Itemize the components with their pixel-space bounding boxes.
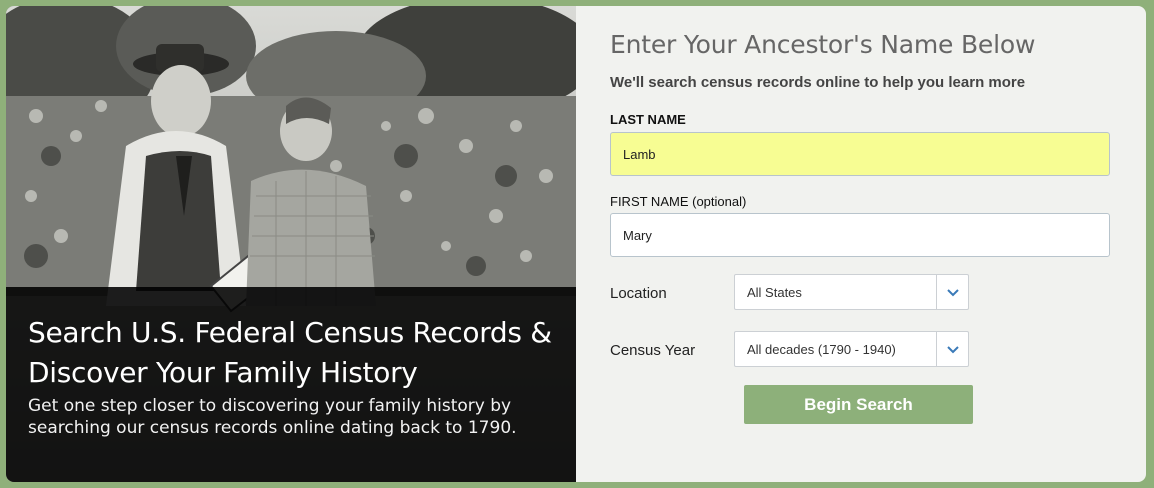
first-name-label: FIRST NAME (optional) xyxy=(610,194,747,209)
location-selected-value: All States xyxy=(747,285,802,300)
first-name-input[interactable] xyxy=(610,213,1110,257)
location-label: Location xyxy=(610,285,667,302)
ancestor-search-form: Enter Your Ancestor's Name Below We'll s… xyxy=(610,6,1130,482)
hero-photo: Search U.S. Federal Census Records & Dis… xyxy=(6,6,576,482)
hero-caption: Search U.S. Federal Census Records & Dis… xyxy=(6,287,576,482)
chevron-down-icon[interactable] xyxy=(936,332,968,366)
census-year-label: Census Year xyxy=(610,342,696,359)
begin-search-button[interactable]: Begin Search xyxy=(744,385,973,424)
hero-subtitle: Get one step closer to discovering your … xyxy=(28,396,517,438)
census-year-select[interactable]: All decades (1790 - 1940) xyxy=(734,331,969,367)
search-card: Search U.S. Federal Census Records & Dis… xyxy=(6,6,1146,482)
first-name-optional-hint: (optional) xyxy=(692,194,747,209)
last-name-label: LAST NAME xyxy=(610,112,686,127)
form-heading: Enter Your Ancestor's Name Below xyxy=(610,30,1036,59)
last-name-input[interactable] xyxy=(610,132,1110,176)
hero-title: Search U.S. Federal Census Records & Dis… xyxy=(28,316,552,389)
chevron-down-icon[interactable] xyxy=(936,275,968,309)
census-year-selected-value: All decades (1790 - 1940) xyxy=(747,342,896,357)
location-select[interactable]: All States xyxy=(734,274,969,310)
form-subheading: We'll search census records online to he… xyxy=(610,74,1026,91)
